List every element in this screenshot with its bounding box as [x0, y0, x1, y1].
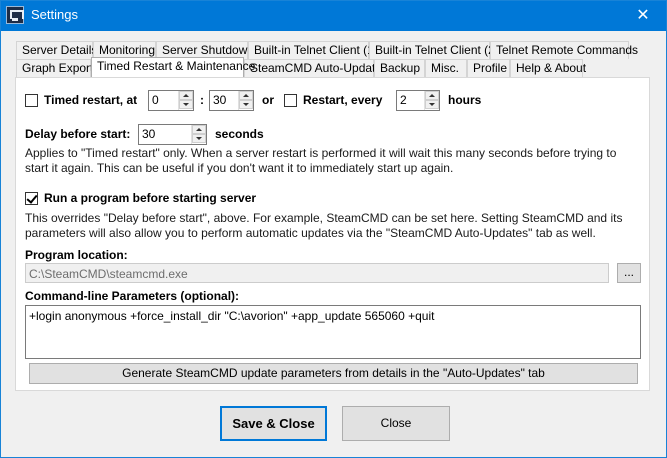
spin-buttons — [424, 91, 439, 110]
restart-every-label: Restart, every — [303, 93, 383, 107]
tab-panel-timed-restart: Timed restart, at 0 : 30 or Restart, eve… — [15, 77, 650, 391]
spin-down-arrow-icon[interactable] — [179, 100, 193, 109]
delay-spinner[interactable]: 30 — [138, 124, 207, 145]
tab-telnet-client-2[interactable]: Built-in Telnet Client (2) — [369, 41, 499, 59]
spin-down-arrow-icon[interactable] — [239, 100, 253, 109]
restart-minute-value: 30 — [213, 93, 227, 107]
delay-description: Applies to "Timed restart" only. When a … — [25, 146, 617, 175]
tab-graph-export[interactable]: Graph Export — [16, 59, 93, 77]
tab-telnet-client-1[interactable]: Built-in Telnet Client (1) — [248, 41, 378, 59]
app-window-icon — [6, 6, 24, 24]
generate-params-button[interactable]: Generate SteamCMD update parameters from… — [29, 363, 638, 384]
tab-backup[interactable]: Backup — [374, 59, 425, 77]
tab-server-details[interactable]: Server Details — [16, 41, 97, 59]
close-icon: ✕ — [636, 7, 650, 24]
restart-hour-spinner[interactable]: 0 — [148, 90, 194, 111]
window-title: Settings — [31, 7, 78, 22]
spin-up-arrow-icon[interactable] — [425, 91, 439, 100]
delay-label: Delay before start: — [25, 127, 131, 141]
timed-restart-checkbox[interactable] — [25, 94, 38, 107]
program-location-label: Program location: — [25, 248, 128, 262]
tab-profile[interactable]: Profile — [467, 59, 510, 77]
run-program-checkbox[interactable] — [25, 192, 38, 205]
tab-misc[interactable]: Misc. — [425, 59, 467, 77]
seconds-label: seconds — [215, 127, 264, 141]
spin-buttons — [238, 91, 253, 110]
restart-every-spinner[interactable]: 2 — [396, 90, 440, 111]
params-textarea[interactable]: +login anonymous +force_install_dir "C:\… — [25, 305, 641, 359]
time-separator: : — [200, 93, 204, 107]
tab-help-about[interactable]: Help & About — [510, 59, 586, 77]
save-close-button[interactable]: Save & Close — [220, 406, 327, 441]
tab-timed-restart[interactable]: Timed Restart & Maintenance — [91, 57, 255, 77]
spin-up-arrow-icon[interactable] — [239, 91, 253, 100]
timed-restart-label: Timed restart, at — [44, 93, 138, 107]
settings-window: Settings ✕ Server Details Monitoring Ser… — [0, 0, 667, 458]
program-location-field[interactable]: C:\SteamCMD\steamcmd.exe — [25, 263, 609, 283]
title-bar[interactable]: Settings ✕ — [1, 1, 666, 31]
spin-down-arrow-icon[interactable] — [192, 134, 206, 143]
delay-value: 30 — [142, 127, 156, 141]
spin-down-arrow-icon[interactable] — [425, 100, 439, 109]
close-button[interactable]: Close — [342, 406, 450, 441]
spin-buttons — [191, 125, 206, 144]
tab-telnet-remote-commands[interactable]: Telnet Remote Commands — [490, 41, 638, 59]
browse-button[interactable]: ... — [617, 263, 641, 283]
spin-up-arrow-icon[interactable] — [192, 125, 206, 134]
or-label: or — [262, 93, 274, 107]
run-program-description: This overrides "Delay before start", abo… — [25, 211, 623, 240]
restart-minute-spinner[interactable]: 30 — [209, 90, 254, 111]
restart-every-checkbox[interactable] — [284, 94, 297, 107]
tab-steamcmd-auto-updates[interactable]: SteamCMD Auto-Updates — [244, 59, 388, 77]
restart-every-value: 2 — [400, 93, 407, 107]
restart-hour-value: 0 — [152, 93, 159, 107]
spin-buttons — [178, 91, 193, 110]
hours-label: hours — [448, 93, 482, 107]
spin-up-arrow-icon[interactable] — [179, 91, 193, 100]
run-program-label: Run a program before starting server — [44, 191, 257, 205]
params-label: Command-line Parameters (optional): — [25, 289, 240, 303]
close-window-button[interactable]: ✕ — [620, 1, 666, 31]
